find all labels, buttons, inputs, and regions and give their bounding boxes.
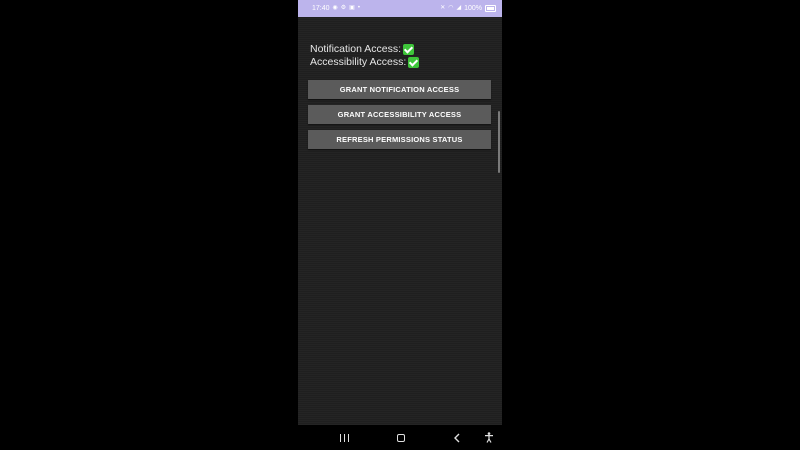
battery-percent: 100% — [464, 5, 482, 12]
checkmark-icon — [403, 44, 415, 55]
grant-accessibility-access-button[interactable]: GRANT ACCESSIBILITY ACCESS — [308, 105, 491, 124]
grant-notification-access-button[interactable]: GRANT NOTIFICATION ACCESS — [308, 80, 491, 99]
calendar-icon: ▣ — [349, 5, 355, 11]
wifi-icon: ◠ — [448, 5, 454, 11]
back-icon[interactable] — [449, 429, 465, 446]
status-bar: 17:40 ◉ ⚙ ▣ • ✕ ◠ ◢ 100% — [298, 0, 502, 17]
status-left: 17:40 ◉ ⚙ ▣ • — [312, 0, 360, 17]
mute-icon: ✕ — [440, 5, 446, 11]
settings-icon: ⚙ — [340, 5, 347, 11]
more-dot-icon: • — [357, 5, 360, 11]
status-right: ✕ ◠ ◢ 100% — [440, 0, 496, 17]
scrollbar[interactable] — [498, 111, 500, 173]
refresh-permissions-status-button[interactable]: REFRESH PERMISSIONS STATUS — [308, 130, 491, 149]
accessibility-access-label: Accessibility Access: — [310, 56, 407, 68]
app-content: Notification Access: Accessibility Acces… — [298, 17, 502, 425]
recents-icon[interactable] — [336, 429, 352, 446]
notification-access-label: Notification Access: — [310, 43, 402, 55]
phone-screen: 17:40 ◉ ⚙ ▣ • ✕ ◠ ◢ 100% Notification Ac… — [298, 0, 502, 450]
navigation-bar — [298, 425, 502, 450]
signal-icon: ◢ — [456, 5, 462, 11]
home-icon[interactable] — [393, 429, 409, 446]
battery-icon — [485, 5, 496, 12]
accessibility-access-status: Accessibility Access: — [310, 56, 420, 69]
status-time: 17:40 — [312, 5, 330, 12]
checkmark-icon — [408, 57, 420, 68]
eye-icon: ◉ — [332, 5, 338, 11]
notification-access-status: Notification Access: — [310, 43, 415, 56]
accessibility-icon[interactable] — [481, 429, 497, 446]
